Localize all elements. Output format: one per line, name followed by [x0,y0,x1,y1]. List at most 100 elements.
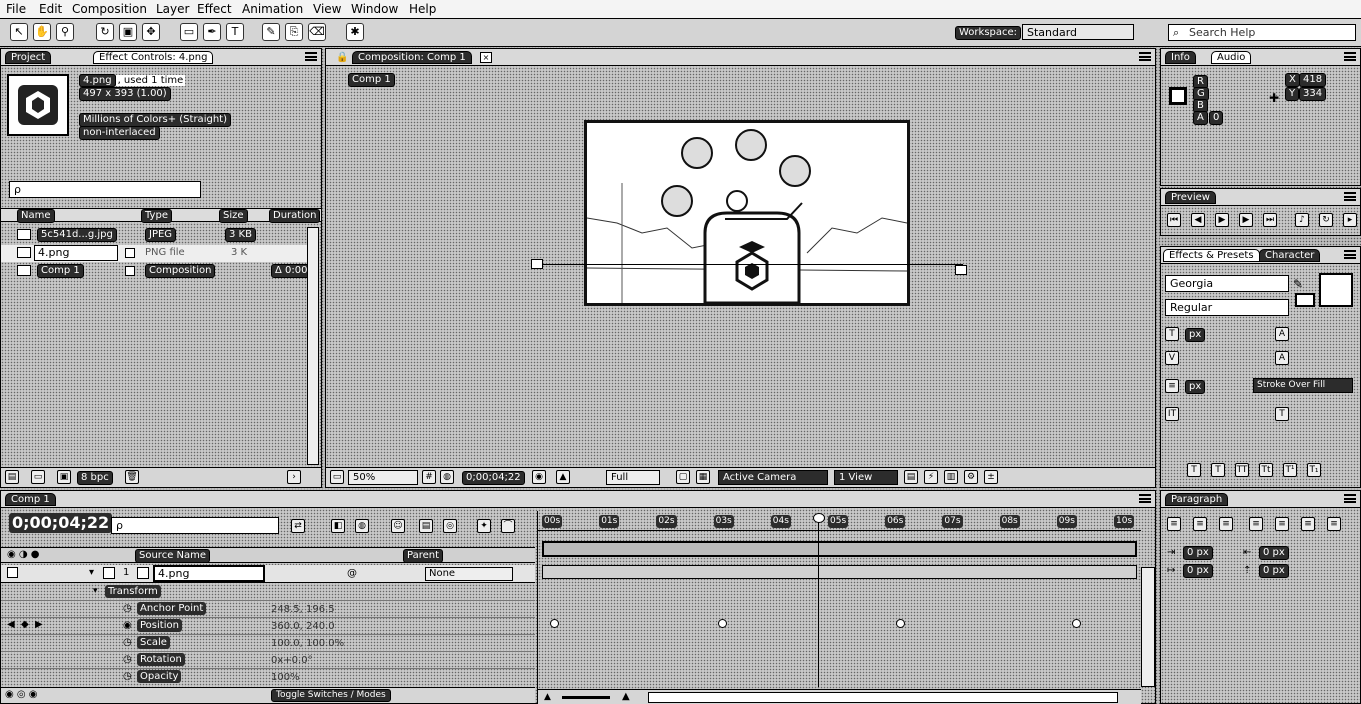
search-help-input[interactable]: ⌕ Search Help [1168,24,1356,41]
mask-icon[interactable]: ◍ [440,470,454,484]
panel-menu-icon[interactable] [305,52,317,61]
new-composition-icon[interactable]: ▣ [57,470,71,484]
zoom-in-icon[interactable]: ▲ [622,691,630,702]
timeline-timecode[interactable]: 0;00;04;22 [9,513,113,533]
panel-menu-icon[interactable] [1344,192,1356,201]
panel-scroll-icon[interactable]: › [287,470,301,484]
zoom-out-icon[interactable]: ▲ [544,692,551,702]
first-frame-icon[interactable]: ⏮ [1167,213,1181,227]
tracking-icon[interactable]: A [1275,351,1289,365]
indent-left-value[interactable]: 0 px [1183,546,1213,560]
tab-composition[interactable]: Composition: Comp 1 [352,51,472,64]
comp-canvas[interactable] [584,120,910,306]
menu-animation[interactable]: Animation [242,2,303,17]
tab-character[interactable]: Character [1259,249,1321,262]
vertical-scale-icon[interactable]: IT [1165,407,1179,421]
menu-effect[interactable]: Effect [197,2,232,17]
always-preview-icon[interactable]: ▭ [330,470,344,484]
type-tool-icon[interactable]: T [226,23,244,41]
menu-edit[interactable]: Edit [39,2,62,17]
close-icon[interactable]: × [480,52,492,63]
snapshot-icon[interactable]: ◉ [532,470,546,484]
toggle-switches-modes[interactable]: Toggle Switches / Modes [271,689,391,702]
resolution-select[interactable]: Full [606,470,660,485]
stopwatch-icon[interactable]: ◷ [123,637,132,648]
column-parent[interactable]: Parent [403,549,444,563]
subscript-icon[interactable]: T₁ [1307,463,1321,477]
eraser-tool-icon[interactable]: ⌫ [308,23,326,41]
opacity-row[interactable]: ◷ Opacity 100% [1,669,535,686]
expand-layer-icon[interactable]: ▾ [89,567,94,578]
previous-frame-icon[interactable]: ◀ [1191,213,1205,227]
indent-right-value[interactable]: 0 px [1259,546,1289,560]
stopwatch-icon[interactable]: ◷ [123,603,132,614]
menu-help[interactable]: Help [409,2,436,17]
show-channel-icon[interactable]: ▲ [556,470,570,484]
column-source-name[interactable]: Source Name [135,549,211,563]
indent-first-value[interactable]: 0 px [1183,564,1213,578]
views-select[interactable]: 1 View [834,470,898,485]
leading-icon[interactable]: A [1275,327,1289,341]
tab-comp[interactable]: Comp 1 [5,493,56,506]
align-center-icon[interactable]: ≡ [1193,517,1207,531]
space-before-value[interactable]: 0 px [1259,564,1289,578]
anchor-handle-right-icon[interactable] [955,265,967,275]
timeline-icon[interactable]: ▥ [944,470,958,484]
stroke-color-swatch[interactable] [1295,293,1315,307]
lock-icon[interactable]: 🔒 [336,52,348,63]
comp-subtab[interactable]: Comp 1 [348,73,395,87]
add-keyframe-icon[interactable]: ◆ [21,619,29,630]
layer-switches-icon[interactable]: ◉ ◎ ◉ [5,689,38,700]
tab-preview[interactable]: Preview [1165,191,1216,204]
justify-left-icon[interactable]: ≡ [1249,517,1263,531]
rectangle-tool-icon[interactable]: ▭ [180,23,198,41]
menu-file[interactable]: File [6,2,26,17]
rotation-tool-icon[interactable]: ↻ [96,23,114,41]
rotation-value[interactable]: 0x+0.0° [271,654,313,667]
next-keyframe-icon[interactable]: ▶ [35,619,43,630]
stopwatch-icon[interactable]: ◷ [123,654,132,665]
zoom-tool-icon[interactable]: ⚲ [56,23,74,41]
panel-menu-icon[interactable] [1139,494,1151,503]
video-toggle-icon[interactable] [7,567,18,578]
audio-icon[interactable]: ♪ [1295,213,1309,227]
fill-color-swatch[interactable] [1319,273,1353,307]
grid-icon[interactable]: # [422,470,436,484]
tab-paragraph[interactable]: Paragraph [1165,493,1229,506]
scale-row[interactable]: ◷ Scale 100.0, 100.0% [1,635,535,652]
transparency-grid-icon[interactable]: ▦ [696,470,710,484]
kerning-icon[interactable]: V [1165,351,1179,365]
column-duration[interactable]: Duration [269,209,321,223]
stroke-mode-select[interactable]: Stroke Over Fill [1253,378,1353,393]
motion-blur-icon[interactable]: ◎ [443,519,457,533]
small-caps-icon[interactable]: Tt [1259,463,1273,477]
timeline-search-input[interactable]: ρ [111,517,279,534]
next-frame-icon[interactable]: ▶ [1239,213,1253,227]
position-value[interactable]: 360.0, 240.0 [271,620,335,633]
frame-blending-icon[interactable]: ▤ [419,519,433,533]
stroke-width-icon[interactable]: ≡ [1165,379,1179,393]
zoom-slider[interactable] [562,696,610,699]
selection-tool-icon[interactable]: ↖ [10,23,28,41]
pan-behind-tool-icon[interactable]: ✥ [142,23,160,41]
faux-bold-icon[interactable]: T [1187,463,1201,477]
tab-project[interactable]: Project [5,51,52,64]
opacity-value[interactable]: 100% [271,671,300,684]
tab-info[interactable]: Info [1165,51,1196,64]
tab-audio[interactable]: Audio [1211,51,1252,64]
menu-window[interactable]: Window [351,2,398,17]
font-size-icon[interactable]: T [1165,327,1179,341]
toggle-pixel-aspect-icon[interactable]: ▤ [904,470,918,484]
panel-menu-icon[interactable] [1139,52,1151,61]
position-keyframe[interactable] [550,619,559,628]
font-style-select[interactable]: Regular [1165,299,1289,316]
panel-menu-icon[interactable] [1344,250,1356,259]
loop-icon[interactable]: ↻ [1319,213,1333,227]
live-update-icon[interactable]: ◧ [331,519,345,533]
time-ruler[interactable]: 00s 01s 02s 03s 04s 05s 06s 07s 08s 09s 10s [538,515,1141,531]
project-item-row[interactable]: Comp 1 Composition Δ 0:00 [1,263,312,280]
layer-name[interactable]: 4.png [153,565,265,582]
eyedropper-icon[interactable]: ✎ [1293,277,1303,291]
draft-3d-icon[interactable]: ◍ [355,519,369,533]
font-family-select[interactable]: Georgia [1165,275,1289,292]
